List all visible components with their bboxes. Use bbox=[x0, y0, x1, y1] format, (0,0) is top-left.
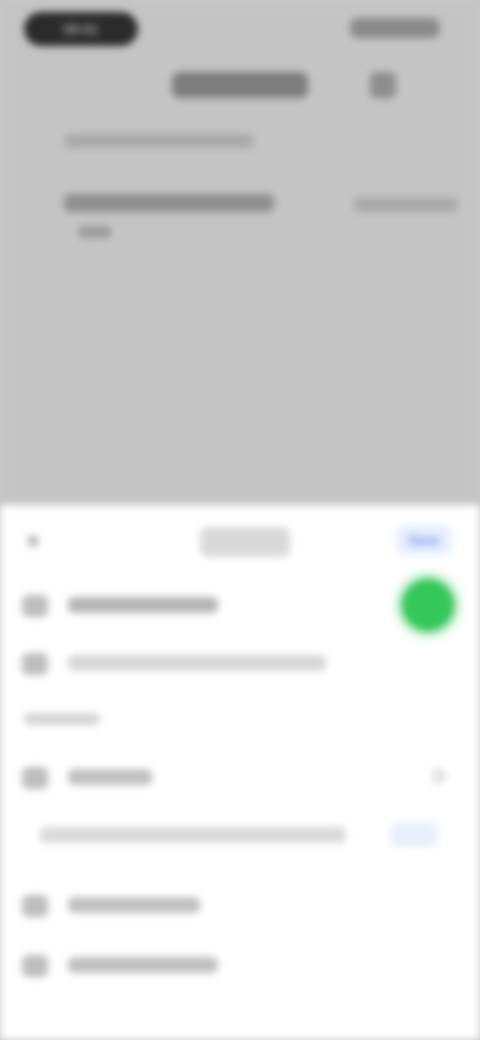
row-4-icon bbox=[22, 895, 48, 917]
setting-row-3[interactable] bbox=[0, 749, 480, 805]
sheet-title bbox=[200, 527, 290, 557]
row-5-label bbox=[68, 957, 218, 973]
background-page: 09:41 bbox=[0, 0, 480, 505]
setting-row-4[interactable] bbox=[0, 877, 480, 933]
setting-row-5[interactable] bbox=[0, 937, 480, 993]
row-1-toggle[interactable] bbox=[402, 579, 454, 631]
row-5-icon bbox=[22, 955, 48, 977]
row-3-chip[interactable] bbox=[390, 823, 438, 847]
save-button[interactable]: Save bbox=[396, 525, 452, 555]
sheet-header: × Save bbox=[0, 505, 480, 575]
row-2-icon bbox=[22, 653, 48, 675]
status-icons bbox=[350, 18, 440, 38]
status-time: 09:41 bbox=[24, 12, 138, 46]
row-4-label bbox=[68, 897, 200, 913]
row-1-icon bbox=[22, 595, 48, 617]
row-3-label bbox=[68, 769, 152, 785]
section-label bbox=[24, 713, 100, 725]
background-row-1 bbox=[64, 134, 254, 148]
row-3-subtext bbox=[40, 827, 346, 843]
row-2-label bbox=[68, 655, 326, 671]
chevron-down-icon[interactable] bbox=[432, 769, 446, 783]
background-row-2-sub bbox=[78, 226, 112, 238]
close-icon[interactable]: × bbox=[20, 528, 46, 555]
row-3-icon bbox=[22, 767, 48, 789]
background-title bbox=[172, 72, 308, 98]
background-row-2-value bbox=[354, 198, 458, 212]
setting-row-2 bbox=[0, 635, 480, 691]
background-row-2 bbox=[64, 194, 274, 212]
row-1-label bbox=[68, 597, 218, 613]
background-action-icon bbox=[370, 72, 396, 98]
bottom-sheet: × Save bbox=[0, 505, 480, 1040]
